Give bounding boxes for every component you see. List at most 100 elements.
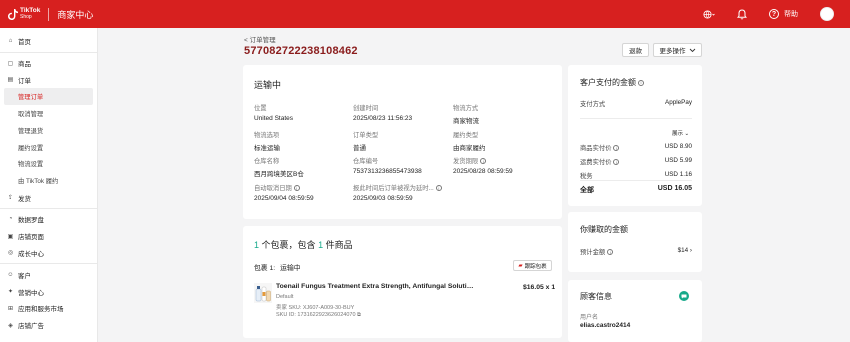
sidebar-item-data-compass[interactable]: ◔ 数据罗盘 bbox=[0, 211, 97, 228]
help-icon: ? bbox=[769, 9, 779, 19]
sidebar-item-shipping[interactable]: ⇪ 发货 bbox=[0, 189, 97, 206]
total-value: USD 16.05 bbox=[657, 185, 692, 192]
earnings-row[interactable]: 预计金额 i $14 › bbox=[580, 247, 692, 256]
sidebar-item-label: 数据罗盘 bbox=[18, 217, 44, 225]
field-label: 物流选项 bbox=[254, 132, 280, 139]
payment-row: 税务 USD 1.16 bbox=[580, 171, 692, 180]
ads-icon: ◈ bbox=[8, 322, 13, 329]
apps-icon: ⊞ bbox=[7, 305, 14, 312]
field-label: 创建时间 bbox=[353, 105, 379, 112]
sidebar-item-fulfillment-settings[interactable]: 履约设置 bbox=[0, 139, 97, 156]
info-icon[interactable]: i bbox=[480, 158, 487, 165]
chat-icon[interactable] bbox=[679, 291, 689, 301]
package-status: 运输中 bbox=[280, 265, 301, 272]
product-variant: Default bbox=[276, 294, 294, 300]
payment-method-value: ApplePay bbox=[665, 99, 692, 106]
divider bbox=[580, 118, 692, 119]
field-label: 物流方式 bbox=[453, 105, 479, 112]
product-seller-sku: 卖家 SKU: XJ607-A009-30-BUY bbox=[276, 305, 355, 311]
language-globe-icon[interactable] bbox=[703, 9, 715, 19]
info-icon[interactable]: i bbox=[613, 159, 620, 166]
expand-toggle[interactable]: 展示 ⌄ bbox=[672, 129, 689, 137]
track-package-button[interactable]: ▰ 跟踪包裹 bbox=[513, 260, 552, 271]
back-chevron-icon: < bbox=[244, 37, 248, 44]
product-icon: ▢ bbox=[7, 60, 14, 67]
sidebar-item-orders[interactable]: ▤ 订单 bbox=[0, 72, 97, 89]
username-label: 用户名 bbox=[580, 315, 599, 321]
breadcrumb[interactable]: < 订单管理 bbox=[244, 34, 276, 44]
field-value: 西月跨境美区B仓 bbox=[254, 171, 304, 178]
sidebar-item-label: 首页 bbox=[18, 39, 31, 47]
brand-sub: Shop bbox=[20, 14, 32, 20]
field-value: 商家物流 bbox=[453, 118, 479, 125]
sidebar-item-logistics-settings[interactable]: 物流设置 bbox=[0, 156, 97, 173]
field-label: 位置 bbox=[254, 105, 267, 112]
sidebar-item-cancellations[interactable]: 取消管理 bbox=[0, 105, 97, 122]
sidebar-item-home[interactable]: ⌂ 首页 bbox=[0, 33, 97, 50]
tiktok-logo-icon bbox=[8, 8, 18, 20]
truck-icon: ▰ bbox=[518, 262, 523, 269]
field-order-type: 订单类型 普通 bbox=[353, 130, 449, 152]
store-icon: ▣ bbox=[7, 233, 14, 240]
info-icon[interactable]: i bbox=[293, 185, 300, 192]
field-logistics-method: 物流方式 商家物流 bbox=[453, 103, 549, 125]
tiktok-shop-logo[interactable]: TikTok Shop bbox=[8, 7, 40, 21]
notification-bell-icon[interactable] bbox=[737, 8, 747, 20]
info-icon[interactable]: i bbox=[638, 79, 644, 86]
divider bbox=[0, 51, 97, 53]
package-label: 包裹 1: bbox=[254, 265, 276, 272]
field-location: 位置 United States bbox=[254, 103, 350, 122]
sidebar-item-store-page[interactable]: ▣ 店铺页面 bbox=[0, 228, 97, 245]
sidebar-item-label: 成长中心 bbox=[18, 250, 44, 258]
divider bbox=[48, 7, 50, 21]
package-summary-text: 个包裹，包含 bbox=[261, 240, 316, 250]
field-value: 2025/08/28 08:59:59 bbox=[453, 168, 513, 175]
field-auto-cancel-date: 自动取消日期 i 2025/09/04 08:59:59 bbox=[254, 183, 350, 202]
field-warehouse-id: 仓库编号 7537313236855473938 bbox=[353, 156, 449, 175]
order-icon: ▤ bbox=[7, 77, 14, 84]
sidebar-item-store-ads[interactable]: ◈ 店铺广告 bbox=[0, 317, 97, 334]
sidebar-item-returns[interactable]: 管理退货 bbox=[0, 122, 97, 139]
field-label: 履约类型 bbox=[453, 132, 479, 139]
info-icon[interactable]: i bbox=[613, 145, 620, 152]
growth-icon: ◎ bbox=[7, 250, 14, 257]
page-title: 577082722238108462 bbox=[244, 45, 358, 57]
product-thumbnail[interactable] bbox=[254, 283, 272, 303]
avatar[interactable] bbox=[820, 7, 834, 21]
divider bbox=[580, 180, 692, 181]
sidebar-item-customers[interactable]: ☺ 客户 bbox=[0, 266, 97, 283]
copy-icon[interactable]: ⧉ bbox=[357, 312, 361, 318]
customer-card bbox=[568, 280, 702, 342]
package-summary-text: 件商品 bbox=[325, 240, 353, 250]
marketing-icon: ✦ bbox=[7, 289, 14, 296]
info-icon[interactable]: i bbox=[607, 249, 614, 256]
sidebar-item-fbt[interactable]: 由 TikTok 履约 bbox=[0, 172, 97, 189]
field-fulfillment-type: 履约类型 由商家履约 bbox=[453, 130, 549, 152]
payment-method-row: 支付方式 ApplePay bbox=[580, 99, 692, 108]
more-actions-button[interactable]: 更多操作 bbox=[653, 43, 702, 57]
track-package-label: 跟踪包裹 bbox=[524, 263, 547, 270]
payment-method-label: 支付方式 bbox=[580, 101, 606, 108]
product-name[interactable]: Toenail Fungus Treatment Extra Strength,… bbox=[276, 283, 474, 290]
sidebar-item-label: 营销中心 bbox=[18, 289, 44, 297]
sidebar-item-app-market[interactable]: ⊞ 应用和服务市场 bbox=[0, 300, 97, 317]
help-label: 帮助 bbox=[784, 11, 798, 18]
data-icon: ◔ bbox=[8, 216, 13, 223]
sidebar-item-manage-orders[interactable]: 管理订单 bbox=[4, 88, 93, 106]
username-value: elias.castro2414 bbox=[580, 322, 631, 329]
field-label: 仓库名称 bbox=[254, 158, 280, 165]
sidebar-item-growth-center[interactable]: ◎ 成长中心 bbox=[0, 245, 97, 262]
top-bar: TikTok Shop 商家中心 ? 帮助 bbox=[0, 0, 850, 28]
help-button[interactable]: ? 帮助 bbox=[769, 9, 798, 19]
sidebar-item-marketing[interactable]: ✦ 营销中心 bbox=[0, 283, 97, 300]
chevron-down-icon: ⌄ bbox=[684, 131, 690, 137]
refund-button[interactable]: 退款 bbox=[622, 43, 649, 57]
field-created-time: 创建时间 2025/08/23 11:56:23 bbox=[353, 103, 449, 122]
customer-icon: ☺ bbox=[7, 271, 14, 278]
field-ship-deadline: 发货期限 i 2025/08/28 08:59:59 bbox=[453, 156, 549, 175]
sidebar-item-products[interactable]: ▢ 商品 bbox=[0, 55, 97, 72]
info-icon[interactable]: i bbox=[435, 185, 442, 192]
field-value: 2025/09/04 08:59:59 bbox=[254, 195, 314, 202]
field-logistics-option: 物流选项 标准运输 bbox=[254, 130, 350, 152]
expand-label: 展示 bbox=[672, 131, 684, 137]
